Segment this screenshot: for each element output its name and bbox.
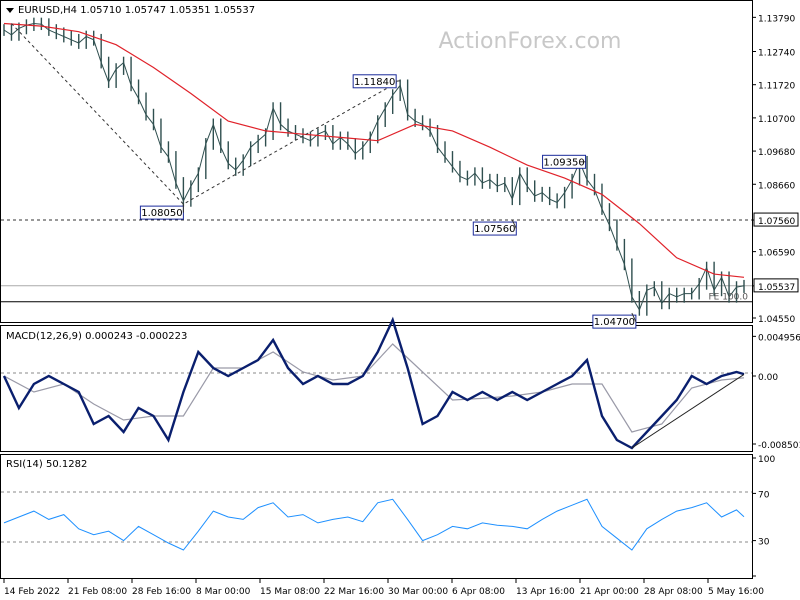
x-tick-label: 6 Apr 08:00 (452, 587, 505, 597)
price-y-tick-label: 1.11720 (758, 82, 795, 92)
x-tick-label: 8 Mar 00:00 (196, 587, 251, 597)
price-header: EURUSD,H4 1.05710 1.05747 1.05351 1.0553… (6, 5, 255, 16)
annotation-label: 1.11840 (354, 77, 395, 88)
price-y-tick-label: 1.04550 (758, 315, 795, 325)
macd-panel (0, 325, 753, 452)
watermark-text: ActionForex.com (439, 29, 622, 54)
x-tick-label: 30 Mar 00:00 (388, 587, 448, 597)
x-tick-label: 15 Mar 08:00 (260, 587, 320, 597)
price-annotation: 1.07560 (472, 219, 517, 236)
macd-y-tick-label: -0.008501 (758, 441, 800, 451)
annotation-label: 1.07560 (474, 224, 515, 235)
price-y-tick-label: 1.06590 (758, 249, 795, 259)
x-tick-label: 21 Feb 08:00 (68, 587, 127, 597)
rsi-y-tick-label: 30 (758, 538, 770, 548)
annotation-label: 1.04700 (594, 317, 635, 328)
price-y-tick-label: 1.12740 (758, 49, 795, 59)
x-tick-label: 22 Mar 16:00 (324, 587, 384, 597)
fib-extension-label: FE 100.0 (709, 293, 749, 303)
x-tick-label: 5 May 16:00 (708, 587, 764, 597)
annotation-label: 1.08050 (141, 208, 182, 219)
price-y-tick-label: 1.07560 (758, 217, 795, 227)
x-tick-label: 28 Feb 16:00 (132, 587, 191, 597)
macd-title: MACD(12,26,9) 0.000243 -0.000223 (6, 331, 187, 342)
x-tick-label: 13 Apr 16:00 (516, 587, 575, 597)
price-y-tick-label: 1.10700 (758, 115, 795, 125)
price-annotation: 1.09350 (542, 154, 587, 169)
rsi-title: RSI(14) 50.1282 (6, 459, 87, 470)
x-tick-label: 28 Apr 08:00 (644, 587, 703, 597)
macd-y-tick-label: 0.00 (758, 373, 778, 383)
price-y-tick-label: 1.05537 (758, 283, 795, 293)
forex-chart: ActionForex.com EURUSD,H4 1.05710 1.0574… (0, 0, 800, 597)
price-panel (0, 0, 753, 323)
price-title: EURUSD,H4 1.05710 1.05747 1.05351 1.0553… (18, 5, 255, 16)
price-y-tick-label: 1.09680 (758, 148, 795, 158)
rsi-y-tick-label: 100 (758, 455, 775, 465)
price-annotation: 1.11840 (352, 74, 401, 89)
price-y-tick-label: 1.08660 (758, 181, 795, 191)
annotation-label: 1.09350 (543, 157, 584, 168)
rsi-panel (0, 454, 753, 579)
rsi-y-tick-label: 70 (758, 490, 770, 500)
x-tick-label: 14 Feb 2022 (4, 587, 60, 597)
macd-y-tick-label: 0.004956 (758, 333, 800, 343)
annotation-leader (396, 80, 401, 82)
x-tick-label: 21 Apr 00:00 (580, 587, 639, 597)
price-annotation: 1.08050 (139, 204, 184, 220)
price-annotation: 1.04700 (592, 312, 637, 329)
price-y-tick-label: 1.13790 (758, 14, 795, 24)
